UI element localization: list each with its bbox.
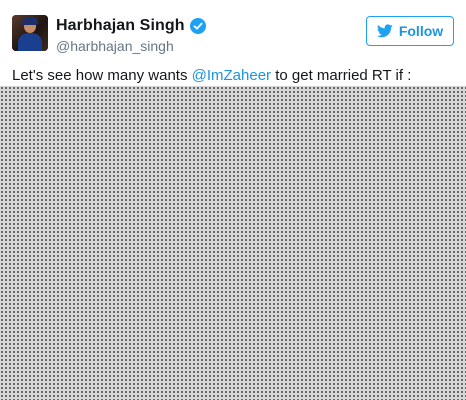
follow-button-label: Follow — [398, 23, 444, 39]
tweet-card: Harbhajan Singh @harbhajan_singh Follow … — [0, 0, 466, 400]
verified-badge-icon — [189, 18, 206, 34]
tweet-header: Harbhajan Singh @harbhajan_singh Follow — [12, 14, 454, 58]
mention-link[interactable]: @ImZaheer — [192, 67, 271, 84]
user-handle[interactable]: @harbhajan_singh — [56, 38, 206, 54]
display-name[interactable]: Harbhajan Singh — [56, 17, 185, 35]
avatar[interactable] — [12, 15, 48, 51]
twitter-bird-icon — [376, 24, 393, 38]
tweet-text-before: Let's see how many wants — [12, 67, 192, 84]
user-info: Harbhajan Singh @harbhajan_singh — [56, 16, 206, 54]
tweet-text-after: to get married RT if : — [271, 67, 412, 84]
follow-button[interactable]: Follow — [366, 16, 454, 46]
pixelated-overlay — [0, 86, 466, 400]
tweet-text: Let's see how many wants @ImZaheer to ge… — [12, 66, 411, 86]
